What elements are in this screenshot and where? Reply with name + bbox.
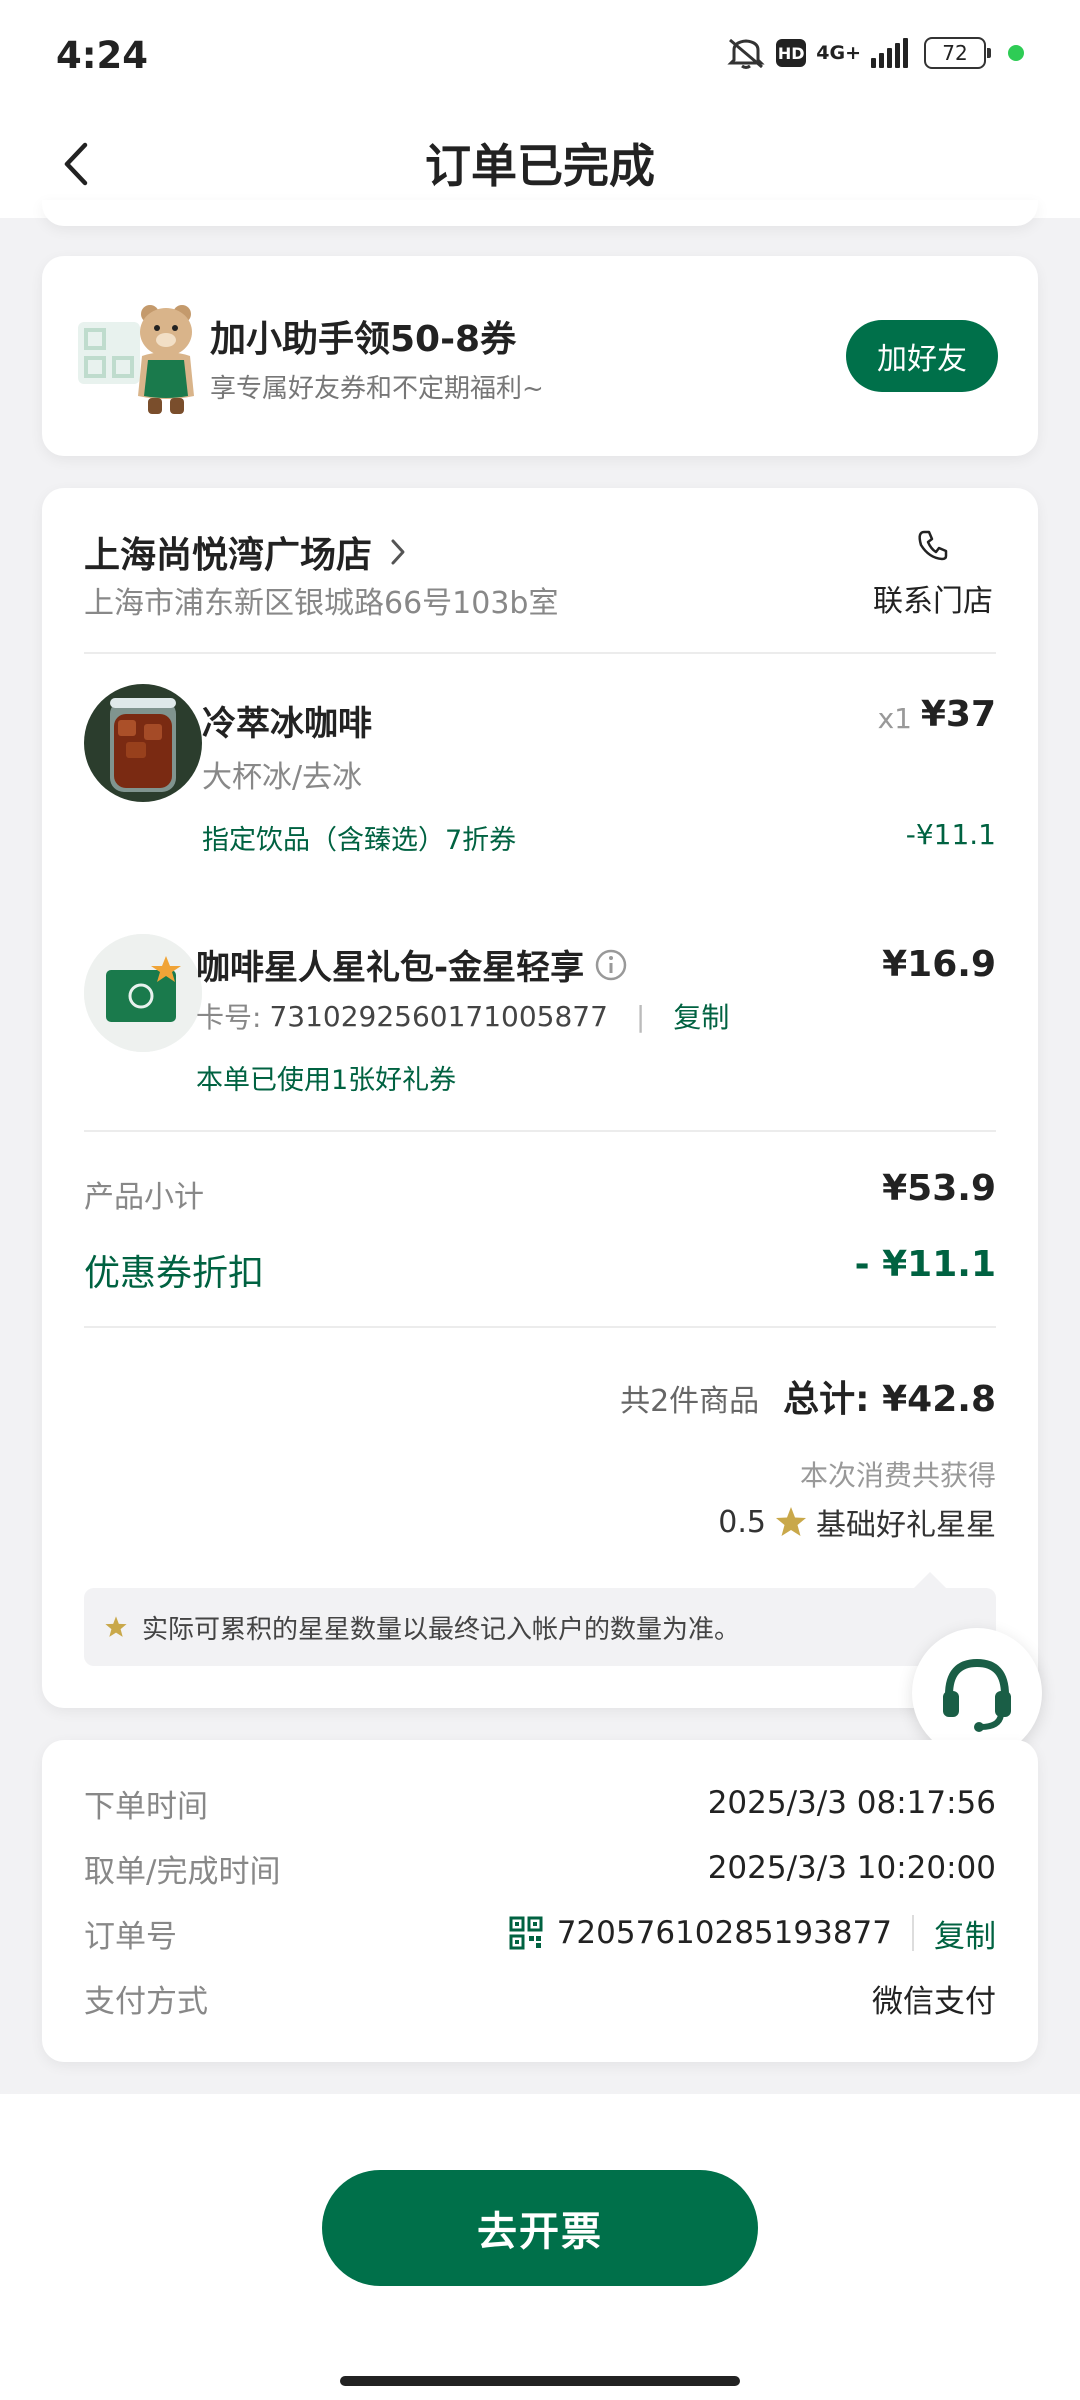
stars-earned-row: 0.5 基础好礼星星	[718, 1500, 996, 1544]
copy-card-number-button[interactable]: 复制	[673, 996, 729, 1036]
headset-icon	[943, 1658, 1011, 1732]
qr-code-icon[interactable]	[509, 1916, 543, 1950]
bottom-action-bar: 去开票	[0, 2094, 1080, 2400]
order-number-group: 72057610285193877 复制	[509, 1911, 996, 1956]
item-name: 咖啡星人星礼包-金星轻享	[196, 948, 585, 988]
store-address: 上海市浦东新区银城路66号103b室	[84, 586, 559, 621]
payment-row: 支付方式 微信支付	[84, 1973, 996, 2023]
previous-card-edge	[42, 200, 1038, 226]
privacy-dot-icon	[1008, 45, 1024, 61]
item-price: ¥37	[920, 694, 996, 735]
stars-note-text: 实际可累积的星星数量以最终记入帐户的数量为准。	[142, 1614, 741, 1645]
star-icon	[105, 1616, 127, 1637]
page-title: 订单已完成	[425, 139, 655, 193]
separator: |	[635, 999, 646, 1033]
star-icon	[776, 1507, 806, 1536]
item-spec: 大杯冰/去冰	[202, 760, 363, 795]
cold-brew-image	[84, 684, 202, 802]
coupon-discount-value: - ¥11.1	[854, 1244, 996, 1285]
divider	[84, 1326, 996, 1328]
divider	[84, 652, 996, 654]
status-icons: HD 4G+ 72	[726, 36, 1024, 70]
bear-mascot-icon	[78, 305, 194, 414]
card-number-label: 卡号:	[196, 1001, 262, 1034]
order-number-label: 订单号	[84, 1918, 177, 1955]
card-number: 7310292560171005877	[269, 999, 608, 1033]
store-name: 上海尚悦湾广场店	[84, 535, 373, 576]
total-row: 共2件商品 总计: ¥42.8	[620, 1370, 996, 1422]
hd-icon: HD	[776, 39, 807, 67]
order-number-row: 订单号 72057610285193877 复制	[84, 1908, 996, 1958]
complete-time: 2025/3/3 10:20:00	[707, 1850, 996, 1886]
mute-icon	[727, 38, 765, 69]
info-icon[interactable]	[594, 948, 628, 982]
promo-title: 加小助手领50-8券	[210, 319, 517, 360]
order-number: 72057610285193877	[556, 1915, 892, 1951]
complete-time-label: 取单/完成时间	[84, 1853, 281, 1890]
contact-store-button[interactable]: 联系门店	[868, 528, 998, 620]
total-label: 总计:	[783, 1379, 870, 1420]
phone-icon	[918, 530, 948, 561]
item-quantity: x1	[877, 702, 912, 735]
status-bar: 4:24 HD 4G+ 72	[0, 0, 1080, 110]
item-name-row: 咖啡星人星礼包-金星轻享	[196, 940, 628, 989]
stars-note: 实际可累积的星星数量以最终记入帐户的数量为准。	[84, 1572, 996, 1666]
order-card: 上海尚悦湾广场店 上海市浦东新区银城路66号103b室 联系门店 冷萃冰咖啡 大…	[42, 488, 1038, 1708]
promo-subtitle: 享专属好友券和不定期福利~	[210, 374, 544, 404]
copy-order-number-button[interactable]: 复制	[934, 1911, 996, 1956]
total-value: ¥42.8	[882, 1379, 996, 1420]
iced-coffee-icon	[84, 684, 202, 802]
gift-coupon-note: 本单已使用1张好礼券	[196, 1065, 457, 1096]
network-type: 4G+	[816, 41, 861, 64]
total-label-group: 总计: ¥42.8	[783, 1370, 996, 1422]
subtotal-label: 产品小计	[84, 1180, 204, 1215]
item-count: 共2件商品	[620, 1384, 760, 1419]
add-friend-button[interactable]: 加好友	[846, 320, 998, 392]
chevron-right-icon	[391, 539, 405, 565]
store-link[interactable]: 上海尚悦湾广场店	[84, 526, 406, 578]
item-price: ¥16.9	[882, 944, 996, 985]
subtotal-value: ¥53.9	[882, 1168, 996, 1209]
payment-method: 微信支付	[872, 1983, 996, 2020]
divider	[84, 1130, 996, 1132]
payment-label: 支付方式	[84, 1983, 208, 2020]
item-discount: -¥11.1	[905, 818, 996, 851]
home-indicator[interactable]	[340, 2376, 740, 2386]
complete-time-row: 取单/完成时间 2025/3/3 10:20:00	[84, 1843, 996, 1893]
order-time-label: 下单时间	[84, 1788, 208, 1825]
stars-amount: 0.5	[718, 1504, 766, 1540]
signal-icon	[871, 38, 908, 68]
gift-card-icon	[84, 934, 202, 1052]
stars-type: 基础好礼星星	[816, 1508, 996, 1543]
stars-earned-title: 本次消费共获得	[799, 1459, 996, 1492]
promo-card[interactable]: 加小助手领50-8券 享专属好友券和不定期福利~ 加好友	[42, 256, 1038, 456]
order-time-row: 下单时间 2025/3/3 08:17:56	[84, 1778, 996, 1828]
card-number-row: 卡号: 7310292560171005877 | 复制	[196, 996, 729, 1036]
separator	[912, 1915, 914, 1951]
contact-store-label: 联系门店	[873, 584, 993, 619]
status-time: 4:24	[56, 34, 149, 77]
order-time: 2025/3/3 08:17:56	[707, 1785, 996, 1821]
invoice-button[interactable]: 去开票	[322, 2170, 758, 2286]
coupon-discount-label: 优惠券折扣	[84, 1253, 265, 1294]
battery-icon: 72	[924, 37, 991, 69]
item-name: 冷萃冰咖啡	[202, 704, 372, 744]
star-gift-card-image	[84, 934, 202, 1052]
customer-service-button[interactable]	[912, 1628, 1042, 1758]
item-coupon: 指定饮品（含臻选）7折券	[202, 825, 517, 856]
order-info-card: 下单时间 2025/3/3 08:17:56 取单/完成时间 2025/3/3 …	[42, 1740, 1038, 2062]
